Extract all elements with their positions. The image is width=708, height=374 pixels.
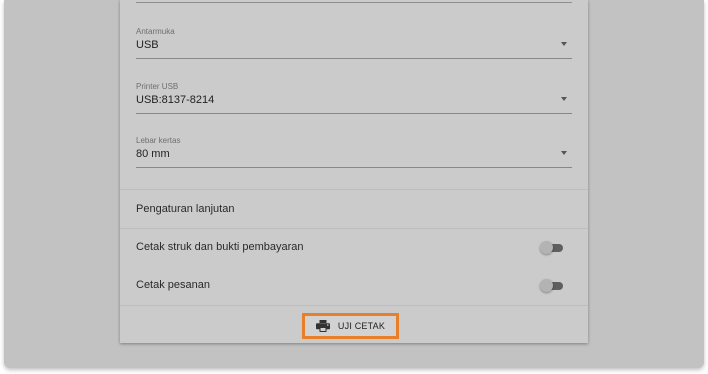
advanced-settings-label: Pengaturan lanjutan: [136, 203, 235, 215]
print-order-label: Cetak pesanan: [136, 279, 210, 291]
printer-settings-panel: Antarmuka USB Printer USB USB:8137-8214 …: [120, 0, 588, 343]
dropdown-arrow-icon[interactable]: [561, 151, 567, 155]
print-order-row: Cetak pesanan: [136, 267, 572, 305]
field-underline: [136, 167, 572, 168]
advanced-settings-item[interactable]: Pengaturan lanjutan: [136, 191, 572, 229]
printer-icon: [315, 320, 330, 332]
toggle-thumb: [540, 241, 553, 254]
paper-width-label: Lebar kertas: [136, 136, 181, 145]
section-divider: [120, 189, 588, 190]
usb-printer-label: Printer USB: [136, 82, 179, 91]
previous-field-underline: [136, 2, 572, 3]
test-print-button[interactable]: UJI CETAK: [302, 313, 399, 339]
interface-value: USB: [136, 39, 159, 51]
toggle-thumb: [540, 279, 553, 292]
paper-width-value: 80 mm: [136, 148, 170, 160]
test-print-label: UJI CETAK: [337, 321, 386, 331]
print-receipt-label: Cetak struk dan bukti pembayaran: [136, 241, 304, 253]
print-receipt-toggle[interactable]: [540, 241, 564, 254]
interface-select[interactable]: Antarmuka USB: [136, 27, 572, 67]
usb-printer-select[interactable]: Printer USB USB:8137-8214: [136, 82, 572, 122]
print-receipt-row: Cetak struk dan bukti pembayaran: [136, 229, 572, 267]
section-divider: [120, 305, 588, 306]
print-order-toggle[interactable]: [540, 279, 564, 292]
dropdown-arrow-icon[interactable]: [561, 42, 567, 46]
dropdown-arrow-icon[interactable]: [561, 97, 567, 101]
field-underline: [136, 113, 572, 114]
paper-width-select[interactable]: Lebar kertas 80 mm: [136, 136, 572, 176]
usb-printer-value: USB:8137-8214: [136, 94, 215, 106]
interface-label: Antarmuka: [136, 27, 175, 36]
field-underline: [136, 58, 572, 59]
